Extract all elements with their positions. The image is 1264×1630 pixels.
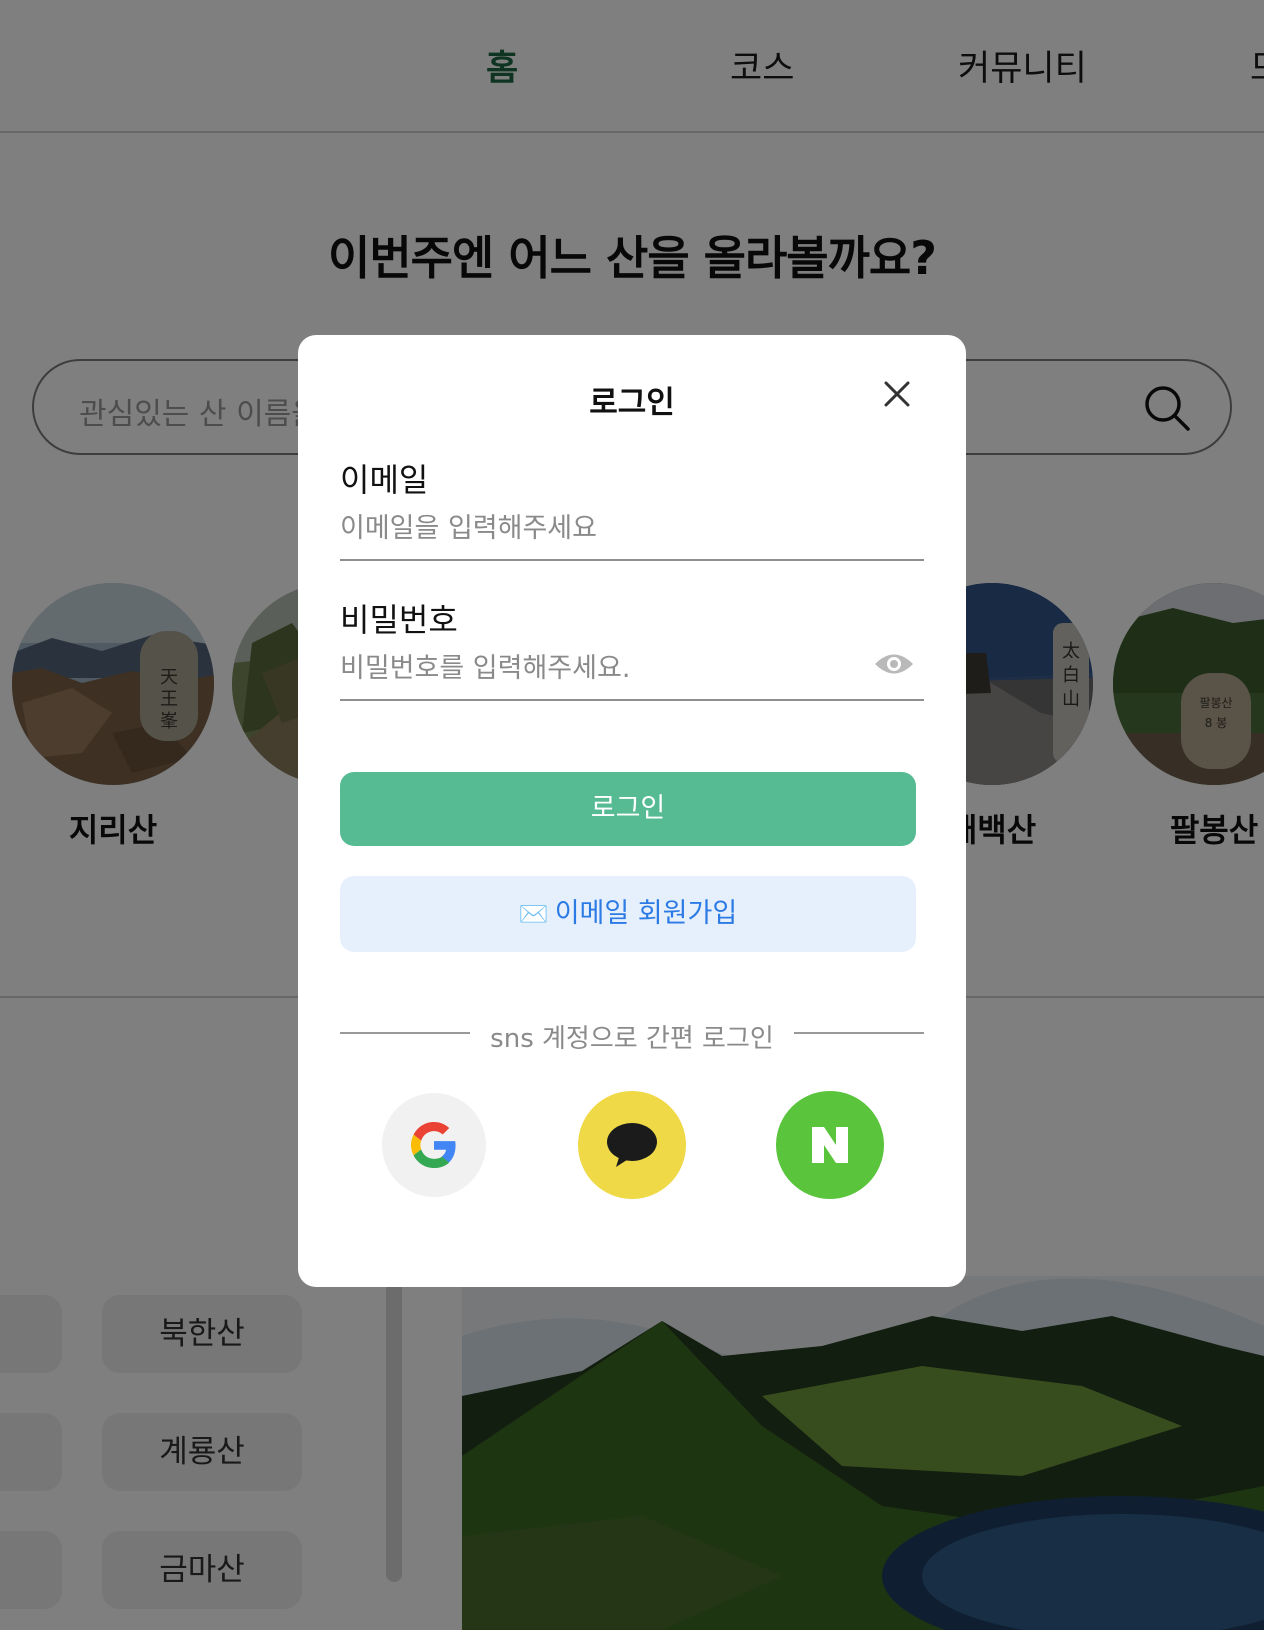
password-underline	[340, 699, 924, 701]
password-field[interactable]	[340, 645, 860, 691]
email-underline	[340, 559, 924, 561]
login-button[interactable]: 로그인	[340, 772, 916, 846]
google-login-button[interactable]	[382, 1093, 486, 1197]
kakao-icon	[607, 1123, 657, 1167]
naver-login-button[interactable]	[776, 1091, 884, 1199]
login-modal: 로그인 이메일 비밀번호 로그인 ✉️이메일 회원가입 sns 계정으로 간편 …	[298, 335, 966, 1287]
signup-label: 이메일 회원가입	[554, 898, 738, 929]
divider-line-right	[794, 1032, 924, 1034]
envelope-icon: ✉️	[518, 900, 549, 928]
eye-icon[interactable]	[874, 649, 914, 679]
sns-divider-text: sns 계정으로 간편 로그인	[490, 1024, 774, 1054]
close-icon[interactable]	[882, 379, 912, 409]
sns-divider: sns 계정으로 간편 로그인	[340, 1018, 924, 1054]
google-icon	[411, 1122, 456, 1168]
page: 홈 코스 커뮤니티 모 이번주엔 어느 산을 올라볼까요? 관심있는 산 이름을…	[0, 0, 1264, 1630]
password-label: 비밀번호	[340, 601, 458, 639]
modal-title: 로그인	[589, 385, 675, 421]
kakao-login-button[interactable]	[578, 1091, 686, 1199]
email-field[interactable]	[340, 505, 924, 551]
email-label: 이메일	[340, 461, 429, 499]
naver-icon	[812, 1127, 848, 1163]
email-signup-button[interactable]: ✉️ 이메일 회원가입	[340, 876, 916, 952]
